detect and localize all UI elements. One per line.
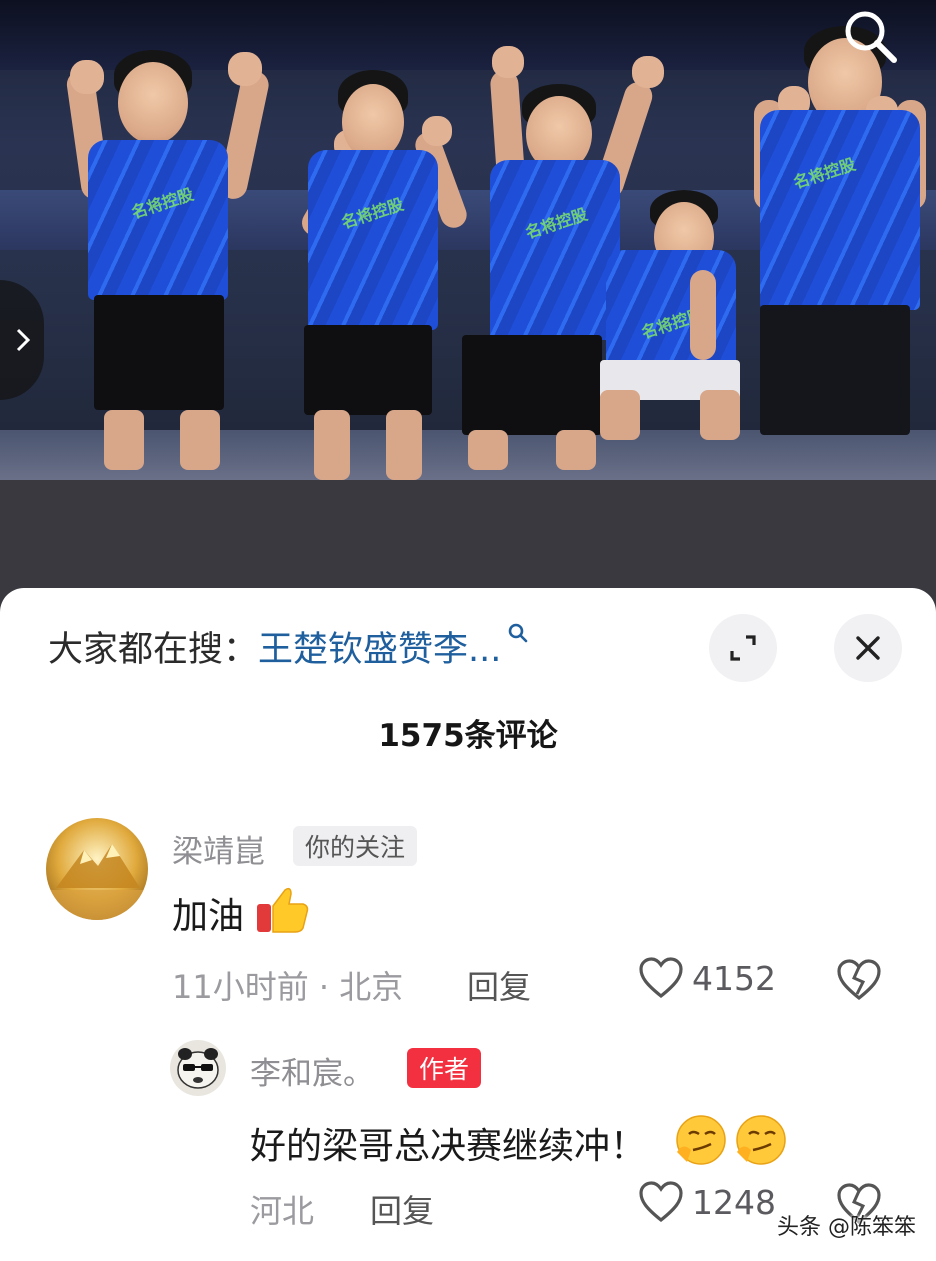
comment-sheet: 大家都在搜： 王楚钦盛赞李... 1575条评论 梁靖崑 你的关注 加油 11小… [0, 588, 936, 1261]
like-button[interactable]: 1248 [638, 1180, 776, 1224]
search-icon[interactable] [840, 6, 900, 66]
smirk-emoji-icon [673, 1112, 791, 1177]
reply-text-content: 好的梁哥总决赛继续冲！ [250, 1126, 647, 1167]
player-figure: 名将控股 [590, 190, 750, 480]
player-figure: 名将控股 [65, 40, 272, 480]
player-figure: 名将控股 [297, 70, 471, 480]
heart-icon [639, 1181, 683, 1223]
chevron-right-icon[interactable] [0, 280, 44, 400]
video-player[interactable]: 名将控股 名将控股 名将控股 名将控股 名将控股 [0, 0, 936, 480]
reply-button[interactable]: 回复 [370, 1186, 434, 1232]
reply-item: 李和宸。 作者 好的梁哥总决赛继续冲！ 河北 回复 1248 [0, 588, 936, 1261]
reply-text: 好的梁哥总决赛继续冲！ [250, 1112, 791, 1177]
reply-location: 河北 [250, 1192, 315, 1230]
author-badge: 作者 [407, 1048, 482, 1088]
reply-username[interactable]: 李和宸。 [250, 1048, 374, 1093]
coach-figure: 名将控股 [750, 20, 930, 480]
like-count: 1248 [692, 1182, 776, 1222]
avatar[interactable] [170, 1040, 226, 1096]
watermark: 头条 @陈笨笨 [777, 1215, 916, 1240]
